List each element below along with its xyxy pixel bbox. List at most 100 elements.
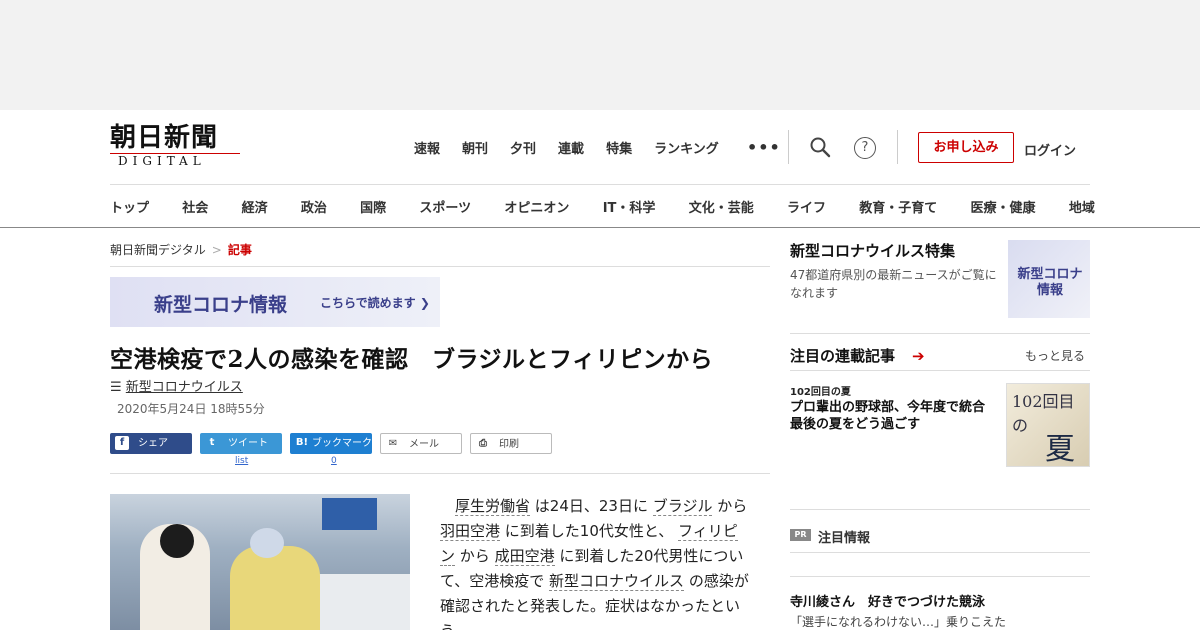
sidebar-feature-thumbnail[interactable]: 新型コロナ情報 — [1008, 240, 1090, 318]
topnav-item-rensai[interactable]: 連載 — [558, 138, 584, 157]
category-education[interactable]: 教育・子育て — [859, 197, 937, 216]
body-text: は24日、23日に — [530, 497, 653, 515]
pr-badge: PR — [790, 529, 811, 541]
pr-item-title[interactable]: 寺川綾さん 好きでつづけた競泳 — [790, 591, 985, 610]
category-navigation: トップ 社会 経済 政治 国際 スポーツ オピニオン IT・科学 文化・芸能 ラ… — [110, 197, 1095, 216]
print-icon: ⎙ — [479, 438, 487, 449]
article-date: 2020年5月24日 18時55分 — [117, 402, 265, 416]
category-region[interactable]: 地域 — [1069, 197, 1095, 216]
category-it-science[interactable]: IT・科学 — [603, 197, 656, 216]
mail-share-button[interactable]: ✉ メール — [380, 433, 462, 454]
list-icon: ☰ — [110, 380, 122, 395]
advertisement-area — [0, 0, 1200, 110]
facebook-icon: f — [115, 436, 129, 450]
divider — [110, 473, 770, 474]
pr-item-subtitle: 「選手になれるわけない…」乗りこえた — [790, 615, 1007, 629]
article-tag-link[interactable]: 新型コロナウイルス — [126, 380, 243, 395]
logo-main-text: 朝日新聞 — [110, 123, 219, 153]
series-item-thumbnail[interactable]: 102回目の 夏 — [1006, 383, 1090, 467]
nav-divider — [110, 184, 1090, 185]
category-top[interactable]: トップ — [110, 197, 149, 216]
see-more-link[interactable]: もっと見る — [1025, 347, 1085, 364]
topnav-item-choukan[interactable]: 朝刊 — [462, 138, 488, 157]
top-navigation: 速報 朝刊 夕刊 連載 特集 ランキング — [414, 138, 741, 157]
divider — [790, 333, 1090, 334]
article-headline: 空港検疫で2人の感染を確認 ブラジルとフィリピンから — [110, 346, 714, 373]
category-health[interactable]: 医療・健康 — [971, 197, 1036, 216]
hatena-icon: B! — [295, 437, 309, 448]
arrow-right-icon: ➔ — [912, 347, 925, 365]
photo-counter — [310, 574, 410, 630]
site-header: 朝日新聞 DIGITAL 速報 朝刊 夕刊 連載 特集 ランキング ••• ? … — [0, 110, 1200, 228]
banner-cta: こちらで読めます ❯ — [320, 296, 430, 310]
mail-share-label: メール — [409, 439, 439, 450]
category-sports[interactable]: スポーツ — [419, 197, 471, 216]
breadcrumb-separator: > — [211, 243, 222, 257]
divider — [790, 509, 1090, 510]
photo-traveler-head — [160, 524, 194, 558]
subscribe-button[interactable]: お申し込み — [918, 132, 1014, 163]
header-divider — [788, 130, 789, 164]
twitter-count[interactable]: list — [235, 456, 248, 466]
mail-icon: ✉ — [388, 438, 398, 449]
divider — [790, 576, 1090, 577]
keyword-link[interactable]: 成田空港 — [494, 547, 555, 566]
print-button[interactable]: ⎙ 印刷 — [470, 433, 552, 454]
category-opinion[interactable]: オピニオン — [504, 197, 569, 216]
search-icon[interactable] — [809, 136, 831, 158]
divider — [790, 370, 1090, 371]
hatena-count[interactable]: 0 — [331, 456, 337, 466]
corona-info-banner[interactable]: 新型コロナ情報 こちらで読めます ❯ — [110, 277, 440, 327]
photo-signboard — [322, 498, 377, 530]
breadcrumb: 朝日新聞デジタル > 記事 — [110, 241, 252, 258]
category-economy[interactable]: 経済 — [242, 197, 268, 216]
breadcrumb-current: 記事 — [227, 243, 252, 257]
site-logo[interactable]: 朝日新聞 DIGITAL — [110, 124, 245, 170]
sidebar-feature-description: 47都道府県別の最新ニュースがご覧になれます — [790, 268, 997, 300]
breadcrumb-home[interactable]: 朝日新聞デジタル — [110, 243, 206, 257]
hatena-bookmark-button[interactable]: B! ブックマーク — [290, 433, 372, 454]
keyword-link[interactable]: 厚生労働省 — [455, 497, 531, 516]
facebook-share-button[interactable]: f シェア — [110, 433, 192, 454]
twitter-icon: t — [209, 437, 215, 448]
topnav-item-ranking[interactable]: ランキング — [654, 138, 719, 157]
help-icon[interactable]: ? — [854, 137, 876, 159]
category-culture[interactable]: 文化・芸能 — [689, 197, 754, 216]
photo-officer-face-shield — [250, 528, 284, 558]
banner-title: 新型コロナ情報 — [154, 294, 288, 316]
logo-sub-text: DIGITAL — [118, 154, 206, 168]
keyword-link[interactable]: ブラジル — [652, 497, 713, 516]
category-society[interactable]: 社会 — [182, 197, 208, 216]
category-life[interactable]: ライフ — [787, 197, 826, 216]
series-item-title[interactable]: プロ輩出の野球部、今年度で統合 最後の夏をどう過ごす — [790, 399, 998, 433]
category-international[interactable]: 国際 — [360, 197, 386, 216]
thumbnail-text: 新型コロナ情報 — [1017, 267, 1083, 298]
divider — [110, 266, 770, 267]
more-menu-icon[interactable]: ••• — [747, 138, 781, 157]
series-section-title[interactable]: 注目の連載記事 — [790, 345, 895, 366]
body-text: に到着した10代女性と、 — [500, 522, 679, 540]
photo-quarantine-officer — [230, 546, 320, 630]
pr-section-title: 注目情報 — [818, 531, 871, 546]
topnav-item-sokuhou[interactable]: 速報 — [414, 138, 440, 157]
body-text: から — [455, 547, 495, 565]
article-body: 厚生労働省 は24日、23日に ブラジル から 羽田空港 に到着した10代女性と… — [440, 494, 752, 630]
category-politics[interactable]: 政治 — [301, 197, 327, 216]
keyword-link[interactable]: 羽田空港 — [440, 522, 501, 541]
twitter-share-button[interactable]: t ツイート — [200, 433, 282, 454]
article-photo[interactable] — [110, 494, 410, 630]
thumbnail-big-text: 夏 — [1045, 432, 1075, 467]
keyword-link[interactable]: 新型コロナウイルス — [549, 572, 685, 591]
twitter-share-label: ツイート — [228, 438, 268, 449]
facebook-share-label: シェア — [138, 438, 168, 449]
sidebar-feature-title[interactable]: 新型コロナウイルス特集 — [790, 240, 955, 261]
series-item-kicker: 102回目の夏 — [790, 387, 851, 398]
print-label: 印刷 — [499, 439, 519, 450]
body-text: から — [712, 497, 748, 515]
header-divider — [897, 130, 898, 164]
topnav-item-yuukan[interactable]: 夕刊 — [510, 138, 536, 157]
divider — [790, 552, 1090, 553]
logo-rule — [110, 153, 240, 154]
topnav-item-tokushu[interactable]: 特集 — [606, 138, 632, 157]
login-link[interactable]: ログイン — [1024, 140, 1076, 159]
